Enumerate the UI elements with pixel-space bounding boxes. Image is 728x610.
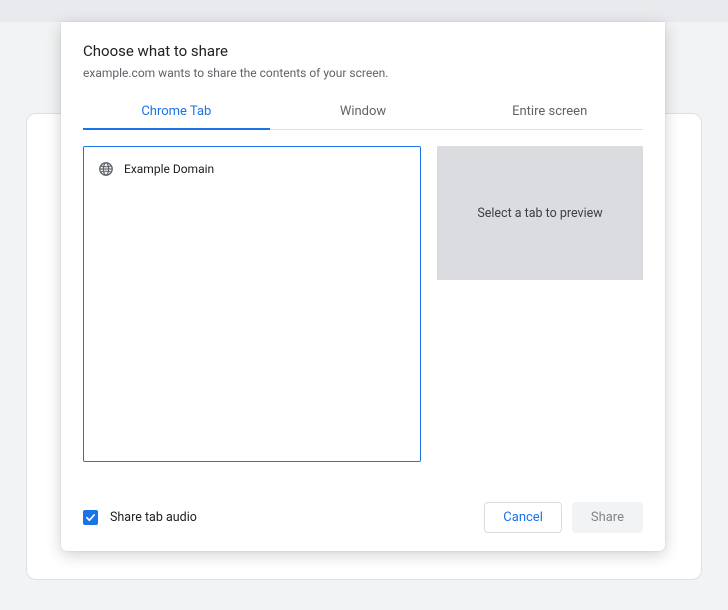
tab-label: Window <box>340 104 386 119</box>
preview-placeholder: Select a tab to preview <box>437 146 643 280</box>
globe-icon <box>98 161 114 177</box>
checkbox-checked-icon <box>83 510 98 525</box>
dialog-title: Choose what to share <box>83 42 643 60</box>
tab-list-item[interactable]: Example Domain <box>94 157 410 181</box>
dialog-subtitle: example.com wants to share the contents … <box>83 66 643 80</box>
tab-chrome-tab[interactable]: Chrome Tab <box>83 96 270 129</box>
share-audio-label: Share tab audio <box>110 510 197 525</box>
browser-top-bar <box>0 0 728 22</box>
tab-list[interactable]: Example Domain <box>83 146 421 462</box>
tab-window[interactable]: Window <box>270 96 457 129</box>
share-button[interactable]: Share <box>572 502 643 533</box>
tab-entire-screen[interactable]: Entire screen <box>456 96 643 129</box>
tab-list-item-label: Example Domain <box>124 162 214 176</box>
dialog-actions: Cancel Share <box>484 502 643 533</box>
cancel-button[interactable]: Cancel <box>484 502 562 533</box>
tab-label: Entire screen <box>512 104 587 119</box>
source-tabs: Chrome Tab Window Entire screen <box>83 96 643 130</box>
tab-label: Chrome Tab <box>141 104 211 119</box>
dialog-footer: Share tab audio Cancel Share <box>83 502 643 533</box>
content-row: Example Domain Select a tab to preview <box>83 146 643 462</box>
preview-placeholder-text: Select a tab to preview <box>477 206 602 221</box>
share-dialog: Choose what to share example.com wants t… <box>61 22 665 551</box>
share-audio-checkbox[interactable]: Share tab audio <box>83 510 197 525</box>
